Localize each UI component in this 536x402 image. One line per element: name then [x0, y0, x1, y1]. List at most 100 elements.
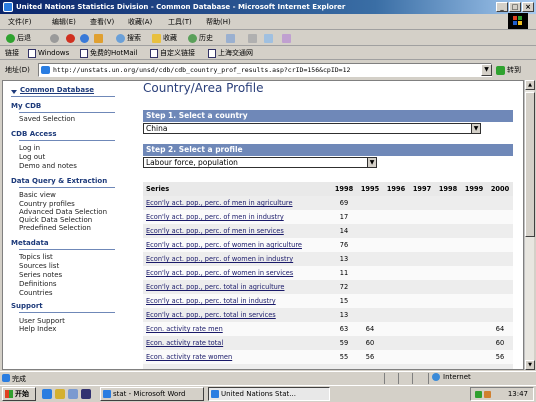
go-button[interactable]: 转到 [496, 65, 521, 75]
link-hotmail[interactable]: 免费的HotMail [80, 48, 138, 58]
home-button[interactable] [94, 32, 103, 44]
maximize-button[interactable]: □ [509, 2, 521, 12]
menu-tools[interactable]: 工具(T) [168, 17, 192, 27]
address-label: 地址(D) [5, 66, 30, 74]
clock: 13:47 [507, 390, 528, 398]
taskbar-item-ie[interactable]: United Nations Stat... [208, 387, 330, 401]
media-quicklaunch-icon[interactable] [81, 389, 91, 399]
links-label: 链接 [5, 49, 19, 57]
link-windows[interactable]: Windows [28, 48, 69, 58]
series-link[interactable]: Econ'ly act. pop., perc. total in agricu… [143, 280, 331, 294]
discuss-icon [282, 33, 291, 43]
series-link[interactable]: Econ'ly act. pop., perc. of women in ser… [143, 266, 331, 280]
table-cell-value: 59 [331, 336, 357, 350]
sidebar-item-series-notes[interactable]: Series notes [19, 271, 62, 279]
sidebar-item-basic-view[interactable]: Basic view [19, 191, 56, 199]
sidebar-item-country-profiles[interactable]: Country profiles [19, 200, 75, 208]
page-icon [80, 48, 88, 58]
sidebar-item-user-support[interactable]: User Support [19, 317, 65, 325]
mail-icon [226, 33, 235, 43]
series-link[interactable]: Econ. activity rate men [143, 322, 331, 336]
table-cell-value: 17 [331, 210, 357, 224]
menu-view[interactable]: 查看(V) [90, 17, 114, 27]
tray-network-icon[interactable] [475, 391, 482, 398]
sidebar-item-predefined-selection[interactable]: Predefined Selection [19, 224, 91, 232]
scroll-thumb[interactable] [525, 92, 535, 237]
table-cell-value [461, 322, 487, 336]
sidebar-item-help-index[interactable]: Help Index [19, 325, 56, 333]
toolbar: 后退 搜索 收藏 历史 [0, 30, 536, 46]
link-custom[interactable]: 自定义链接 [150, 48, 195, 58]
series-link[interactable]: Econ'ly act. pop., perc. of men in servi… [143, 224, 331, 238]
back-button[interactable]: 后退 [6, 32, 31, 44]
taskbar-item-word[interactable]: stat - Microsoft Word [100, 387, 204, 401]
scroll-down-button[interactable]: ▼ [525, 360, 535, 370]
print-button[interactable] [248, 32, 257, 44]
window-title-bar[interactable]: United Nations Statistics Division - Com… [0, 0, 536, 14]
sidebar-section-cdb-access: CDB Access [11, 130, 57, 138]
table-cell-value [487, 364, 513, 369]
sidebar-item-log-in[interactable]: Log in [19, 144, 40, 152]
table-cell-value [357, 196, 383, 210]
minimize-button[interactable]: _ [496, 2, 508, 12]
link-shanghai[interactable]: 上海交通网 [208, 48, 253, 58]
refresh-button[interactable] [80, 32, 89, 44]
table-cell-value [487, 266, 513, 280]
series-link[interactable]: Econ. activity rate total [143, 336, 331, 350]
series-link[interactable]: Migration net, per year (UN estimates an… [143, 364, 331, 369]
series-link[interactable]: Econ'ly act. pop., perc. of women in agr… [143, 238, 331, 252]
menu-help[interactable]: 帮助(H) [206, 17, 231, 27]
table-cell-value: 69 [331, 196, 357, 210]
address-input[interactable]: http://unstats.un.org/unsd/cdb/cdb_count… [38, 63, 492, 77]
table-cell-value: 0¹ [331, 364, 357, 369]
table-cell-value [409, 294, 435, 308]
series-link[interactable]: Econ'ly act. pop., perc. of women in ind… [143, 252, 331, 266]
scroll-up-button[interactable]: ▲ [525, 80, 535, 90]
series-link[interactable]: Econ'ly act. pop., perc. of men in agric… [143, 196, 331, 210]
series-link[interactable]: Econ. activity rate women [143, 350, 331, 364]
table-cell-value [435, 280, 461, 294]
table-cell-value: 56 [487, 350, 513, 364]
desktop-quicklaunch-icon[interactable] [55, 389, 65, 399]
address-dropdown-button[interactable]: ▼ [481, 64, 492, 76]
search-button[interactable]: 搜索 [116, 32, 141, 44]
sidebar-item-saved-selection[interactable]: Saved Selection [19, 115, 75, 123]
profile-select[interactable]: Labour force, population ▼ [143, 157, 377, 168]
series-link[interactable]: Econ'ly act. pop., perc. of men in indus… [143, 210, 331, 224]
series-link[interactable]: Econ'ly act. pop., perc. total in indust… [143, 294, 331, 308]
favorites-button[interactable]: 收藏 [152, 32, 177, 44]
country-select[interactable]: China ▼ [143, 123, 481, 134]
sidebar-item-advanced-data-selection[interactable]: Advanced Data Selection [19, 208, 107, 216]
page-viewport: Common Database My CDB Saved Selection C… [2, 80, 524, 370]
table-cell-value [487, 238, 513, 252]
sidebar-item-log-out[interactable]: Log out [19, 153, 45, 161]
outlook-quicklaunch-icon[interactable] [68, 389, 78, 399]
sidebar-item-topics-list[interactable]: Topics list [19, 253, 53, 261]
table-row: Econ'ly act. pop., perc. of women in agr… [143, 238, 513, 252]
menu-file[interactable]: 文件(F) [8, 17, 32, 27]
sidebar-item-quick-data-selection[interactable]: Quick Data Selection [19, 216, 92, 224]
sidebar-item-countries[interactable]: Countries [19, 289, 53, 297]
close-button[interactable]: × [522, 2, 534, 12]
forward-button[interactable] [50, 32, 59, 44]
table-row: Econ. activity rate total 59 60 60 [143, 336, 513, 350]
table-cell-value [435, 364, 461, 369]
discuss-button[interactable] [282, 32, 291, 44]
vertical-scrollbar[interactable]: ▲ ▼ [524, 80, 535, 370]
table-cell-value [435, 350, 461, 364]
history-button[interactable]: 历史 [188, 32, 213, 44]
edit-button[interactable] [264, 32, 273, 44]
sidebar-home-link[interactable]: Common Database [20, 86, 94, 94]
sidebar-item-definitions[interactable]: Definitions [19, 280, 57, 288]
sidebar-item-demo-notes[interactable]: Demo and notes [19, 162, 77, 170]
series-link[interactable]: Econ'ly act. pop., perc. total in servic… [143, 308, 331, 322]
ie-quicklaunch-icon[interactable] [42, 389, 52, 399]
sidebar-item-sources-list[interactable]: Sources list [19, 262, 59, 270]
table-cell-value [461, 308, 487, 322]
start-button[interactable]: 开始 [2, 387, 36, 401]
tray-volume-icon[interactable] [484, 391, 491, 398]
menu-favorites[interactable]: 收藏(A) [128, 17, 152, 27]
menu-edit[interactable]: 编辑(E) [52, 17, 76, 27]
mail-button[interactable] [226, 32, 235, 44]
stop-button[interactable] [66, 32, 75, 44]
